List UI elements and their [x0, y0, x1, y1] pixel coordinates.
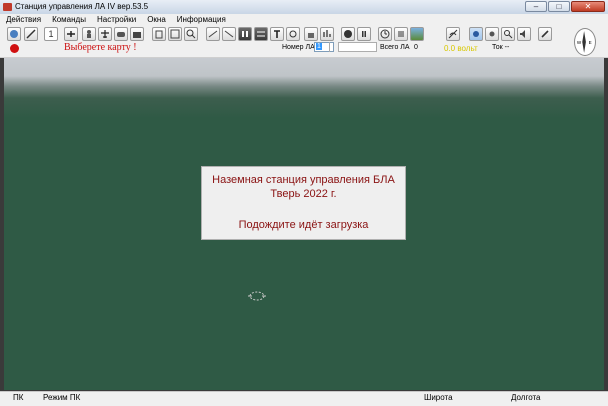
zoom-icon[interactable] — [184, 27, 198, 41]
compass-icon: WE — [574, 28, 596, 56]
camera-icon[interactable] — [130, 27, 144, 41]
refresh-icon[interactable] — [286, 27, 300, 41]
menu-windows[interactable]: Окна — [141, 14, 171, 25]
splash-subtitle: Тверь 2022 г. — [270, 188, 337, 200]
menu-commands[interactable]: Команды — [46, 14, 91, 25]
swap-icon[interactable] — [254, 27, 268, 41]
menu-bar: Действия Команды Настройки Окна Информац… — [0, 14, 608, 25]
status-pk: ПК — [13, 393, 24, 402]
splash-loading-text: Подождите идёт загрузка — [238, 219, 369, 231]
menu-info[interactable]: Информация — [171, 14, 231, 25]
stop-icon[interactable] — [341, 27, 355, 41]
status-latitude: Широта — [424, 393, 453, 402]
globe-icon[interactable] — [7, 27, 21, 41]
la-number-label: Номер ЛА — [282, 44, 315, 51]
title-bar: Станция управления ЛА IV вер.53.5 – □ ✕ — [0, 0, 608, 14]
app-icon — [3, 3, 12, 11]
person-icon[interactable] — [82, 27, 96, 41]
pause-round-icon[interactable] — [357, 27, 371, 41]
pencil-icon[interactable] — [538, 27, 552, 41]
signal-off-icon[interactable] — [446, 27, 460, 41]
status-bar: ПК Режим ПК Широта Долгота — [0, 391, 608, 406]
map-message: Выберете карту ! — [64, 42, 137, 53]
map-la-icon[interactable] — [168, 27, 182, 41]
landing-icon[interactable] — [222, 27, 236, 41]
current-readout: Ток -- — [492, 44, 510, 51]
minimize-button[interactable]: – — [525, 1, 547, 12]
loading-splash: Наземная станция управления БЛА Тверь 20… — [201, 166, 406, 240]
close-button[interactable]: ✕ — [571, 1, 605, 12]
text-icon[interactable] — [270, 27, 284, 41]
ruler-icon[interactable] — [24, 27, 38, 41]
la-number-value: 1 — [316, 43, 322, 50]
status-longitude: Долгота — [511, 393, 541, 402]
plane-route-icon[interactable] — [64, 27, 78, 41]
toolbar: 1 Выберете карту ! Номер ЛА 1 Всего ЛА 0… — [0, 25, 608, 58]
status-mode: Режим ПК — [43, 393, 81, 402]
takeoff-icon[interactable] — [206, 27, 220, 41]
window-title: Станция управления ЛА IV вер.53.5 — [15, 2, 149, 11]
speaker-icon[interactable] — [517, 27, 531, 41]
la-name-field[interactable] — [338, 42, 377, 52]
search-icon[interactable] — [501, 27, 515, 41]
settings-icon[interactable] — [485, 27, 499, 41]
la-number-spin-buttons[interactable] — [329, 42, 338, 52]
splash-title: Наземная станция управления БЛА — [212, 174, 395, 186]
total-la-label: Всего ЛА — [380, 44, 410, 51]
svg-text:E: E — [589, 40, 592, 45]
pause-icon[interactable] — [238, 27, 252, 41]
voltage-readout: 0.0 вольт — [444, 44, 478, 53]
terrain-icon[interactable] — [410, 27, 424, 41]
plane-icon[interactable] — [98, 27, 112, 41]
menu-actions[interactable]: Действия — [0, 14, 46, 25]
menu-settings[interactable]: Настройки — [91, 14, 141, 25]
aircraft-marker-icon — [247, 290, 267, 302]
lock-icon[interactable] — [304, 27, 318, 41]
maximize-button[interactable]: □ — [548, 1, 570, 12]
clock-icon[interactable] — [378, 27, 392, 41]
view-icon[interactable] — [469, 27, 483, 41]
chart-icon[interactable] — [320, 27, 334, 41]
total-la-value: 0 — [414, 44, 418, 51]
app-window: Станция управления ЛА IV вер.53.5 – □ ✕ … — [0, 0, 608, 406]
gamepad-icon[interactable] — [114, 27, 128, 41]
svg-text:W: W — [577, 40, 582, 45]
counter-button[interactable]: 1 — [44, 27, 58, 41]
copy-icon[interactable] — [152, 27, 166, 41]
record-indicator-icon — [10, 44, 19, 53]
list-icon[interactable] — [394, 27, 408, 41]
